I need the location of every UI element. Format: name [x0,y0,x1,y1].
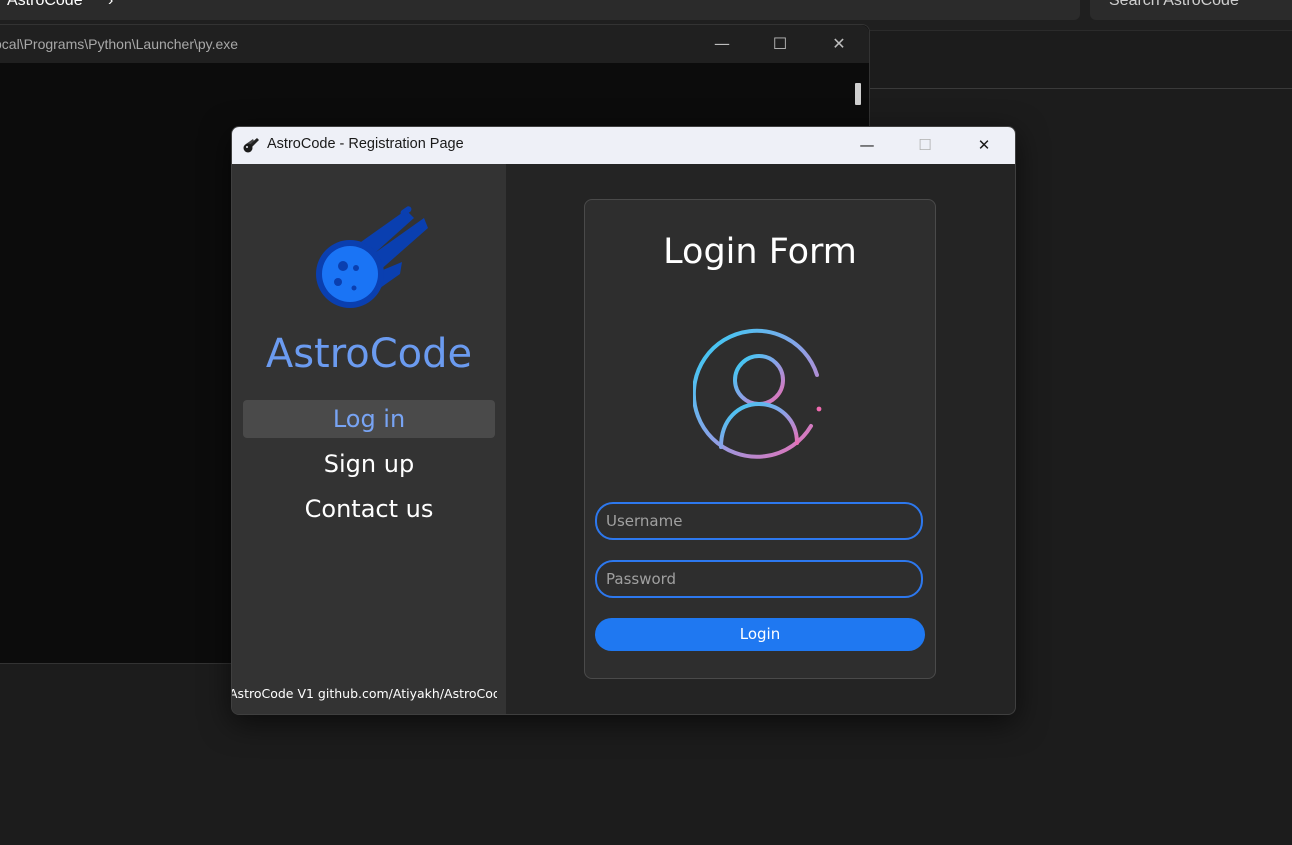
username-input[interactable] [606,504,906,538]
sidebar-item-login[interactable]: Log in [243,400,495,438]
dialog-titlebar[interactable]: AstroCode - Registration Page — ☐ ✕ [232,127,1015,164]
password-input[interactable] [606,562,906,596]
background-breadcrumb-label: AstroCode [7,0,83,9]
background-panel-divider [869,88,1292,89]
user-avatar-icon [693,328,822,459]
dialog-title: AstroCode - Registration Page [267,136,464,152]
footer-version-link: AstroCode V1 github.com/Atiyakh/AstroCod… [231,686,497,701]
comet-icon [243,138,259,153]
dialog-minimize-button[interactable]: — [844,132,890,158]
console-maximize-button[interactable]: ☐ [760,31,800,57]
sidebar: AstroCode Log in Sign up Contact us Astr… [232,164,506,714]
console-path: ocal\Programs\Python\Launcher\py.exe [0,36,239,52]
dialog-close-button[interactable]: ✕ [961,132,1007,158]
chevron-right-icon: › [108,0,114,9]
sidebar-item-signup[interactable]: Sign up [243,445,495,483]
username-field[interactable] [595,502,923,540]
sidebar-item-contact[interactable]: Contact us [243,490,495,528]
console-minimize-button[interactable]: — [702,31,742,57]
background-search-box[interactable]: Search AstroCode [1090,0,1292,20]
console-titlebar[interactable]: ocal\Programs\Python\Launcher\py.exe — ☐… [0,25,869,63]
login-form-title: Login Form [663,232,857,272]
dialog-maximize-button[interactable]: ☐ [902,132,948,158]
login-form-card: Login Form Login [584,199,936,679]
password-field[interactable] [595,560,923,598]
brand-name: AstroCode [265,331,473,377]
console-scrollbar[interactable] [855,83,861,105]
login-button[interactable]: Login [595,618,925,651]
registration-window: AstroCode - Registration Page — ☐ ✕ Astr… [231,126,1016,715]
background-search-placeholder: Search AstroCode [1109,0,1239,9]
comet-icon [316,206,428,308]
background-breadcrumb[interactable]: AstroCode › [0,0,1080,20]
console-close-button[interactable]: ✕ [819,31,859,57]
